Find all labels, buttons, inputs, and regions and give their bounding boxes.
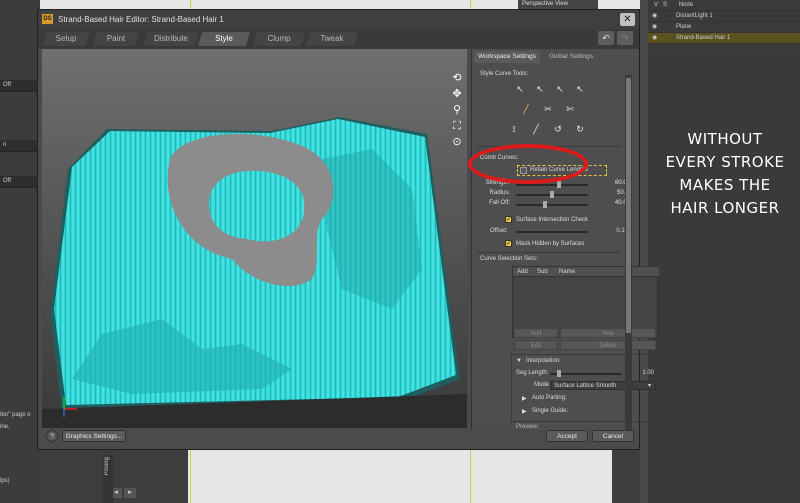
radius-knob[interactable] bbox=[550, 191, 554, 198]
left-panel: Off n Off itor" page o ine. ips) bbox=[0, 0, 40, 503]
divider bbox=[477, 252, 621, 253]
tab-tweak[interactable]: Tweak bbox=[306, 32, 358, 46]
help-button[interactable]: ? bbox=[46, 430, 58, 442]
seg-length-label: Seg Length: bbox=[516, 370, 549, 376]
left-text-4: ips) bbox=[0, 478, 10, 484]
surface-check-label: Surface Intersection Check bbox=[516, 217, 589, 223]
expand-icon[interactable]: ▶ bbox=[522, 408, 527, 415]
interpolation-group: ▼ Interpolation: Seg Length: 1.00 Mode: … bbox=[511, 354, 659, 422]
graphics-settings-button[interactable]: Graphics Settings... bbox=[62, 430, 126, 442]
move-icon[interactable]: ✥ bbox=[450, 87, 464, 101]
reset-icon[interactable]: ⊙ bbox=[450, 135, 464, 149]
select-add-icon[interactable]: ↖ bbox=[534, 83, 546, 95]
hair-editor-dialog: DS Strand-Based Hair Editor: Strand-Base… bbox=[37, 9, 659, 450]
cut-tool-icon[interactable]: ✂ bbox=[542, 103, 554, 115]
scene-item-selected[interactable]: ◉ Strand-Based Hair 1 bbox=[648, 33, 800, 44]
arc-tool-icon[interactable]: ↻ bbox=[574, 123, 586, 135]
seg-length-slider[interactable]: 1.00 bbox=[550, 370, 656, 378]
cancel-button[interactable]: Cancel bbox=[592, 430, 634, 442]
scene-item[interactable]: ◉ DistantLight 1 bbox=[648, 11, 800, 22]
mask-hidden-checkbox[interactable]: ✓ bbox=[505, 240, 512, 247]
eye-icon[interactable]: ◉ bbox=[652, 12, 657, 19]
frame-icon[interactable]: ⛶ bbox=[450, 119, 464, 133]
chevron-down-icon: ▾ bbox=[648, 383, 652, 389]
comb-tool-icon[interactable]: ╱ bbox=[520, 103, 532, 115]
posing-tab[interactable]: Posing bbox=[103, 455, 113, 503]
preview-label: Preview: bbox=[516, 424, 540, 430]
undo-icon[interactable]: ↶ bbox=[598, 31, 614, 45]
curve-selection-sets-label: Curve Selection Sets: bbox=[480, 256, 538, 262]
scene-header: V S Node bbox=[648, 0, 800, 11]
mask-hidden-label: Mask Hidden by Surfaces bbox=[516, 241, 585, 247]
offset-label: Offset: bbox=[490, 228, 508, 234]
accept-button[interactable]: Accept bbox=[546, 430, 588, 442]
eye-icon[interactable]: ◉ bbox=[652, 34, 657, 41]
auto-parting-label[interactable]: Auto Parting: bbox=[532, 395, 567, 401]
editor-tab-bar: Setup Paint Distribute Style Clump Tweak bbox=[38, 29, 639, 49]
select-curve-icon[interactable]: ↖ bbox=[514, 83, 526, 95]
curl-tool-icon[interactable]: ↺ bbox=[552, 123, 564, 135]
left-row-text-1: n bbox=[0, 140, 40, 152]
scrollbar-thumb[interactable] bbox=[626, 78, 631, 333]
scene-panel: V S Node ◉ DistantLight 1 ◉ Plane ◉ Stra… bbox=[648, 0, 800, 60]
next-arrow[interactable]: ▸ bbox=[124, 488, 136, 498]
annotation-circle bbox=[468, 144, 588, 184]
tab-paint[interactable]: Paint bbox=[93, 32, 139, 46]
eye-icon[interactable]: ◉ bbox=[652, 23, 657, 30]
app-icon: DS bbox=[42, 14, 53, 24]
interpolation-label: Interpolation: bbox=[526, 358, 561, 364]
right-lower-panel bbox=[612, 450, 640, 503]
surface-check-checkbox[interactable]: ✓ bbox=[505, 216, 512, 223]
close-icon[interactable]: ✕ bbox=[620, 13, 635, 26]
strength-knob[interactable] bbox=[556, 181, 561, 188]
tab-setup[interactable]: Setup bbox=[43, 32, 89, 46]
camera-orbit-icon[interactable]: ⟲ bbox=[450, 71, 464, 85]
bend-tool-icon[interactable]: ⟟ bbox=[508, 123, 520, 135]
left-text-2: itor" page o bbox=[0, 412, 31, 418]
mode-select[interactable]: Surface Lattice Smooth ▾ bbox=[550, 381, 656, 390]
left-row-off-2[interactable]: Off bbox=[0, 176, 40, 188]
left-text-3: ine. bbox=[0, 424, 10, 430]
annotation-text: WITHOUT EVERY STROKE MAKES THE HAIR LONG… bbox=[665, 130, 785, 217]
mode-label: Mode: bbox=[534, 382, 551, 388]
delete-set-button[interactable]: Delete bbox=[560, 340, 656, 350]
annotation-area bbox=[648, 60, 800, 503]
select-all-icon[interactable]: ↖ bbox=[574, 83, 586, 95]
straighten-tool-icon[interactable]: ╱ bbox=[530, 123, 542, 135]
hair-scene bbox=[42, 117, 467, 428]
edit-set-button[interactable]: Edit bbox=[514, 340, 558, 350]
tab-style[interactable]: Style bbox=[198, 32, 250, 46]
select-sub-icon[interactable]: ↖ bbox=[554, 83, 566, 95]
collapse-icon[interactable]: ▼ bbox=[516, 358, 522, 364]
offset-slider[interactable]: 0.10 bbox=[516, 228, 628, 236]
redo-icon[interactable]: ↷ bbox=[617, 31, 633, 45]
left-row-off-1[interactable]: Off bbox=[0, 80, 40, 92]
hair-viewport[interactable]: ⟲ ✥ ⚲ ⛶ ⊙ bbox=[42, 49, 467, 428]
add-set-button[interactable]: Add bbox=[514, 328, 558, 338]
title-bar[interactable]: DS Strand-Based Hair Editor: Strand-Base… bbox=[38, 10, 639, 29]
expand-icon[interactable]: ▶ bbox=[522, 395, 527, 402]
table-header: Add Sub Name bbox=[513, 267, 659, 277]
tab-global-settings[interactable]: Global Settings bbox=[542, 51, 600, 63]
style-tools-label: Style Curve Tools: bbox=[480, 71, 529, 77]
scene-item[interactable]: ◉ Plane bbox=[648, 22, 800, 33]
tab-workspace-settings[interactable]: Workspace Settings bbox=[474, 51, 540, 63]
radius-slider[interactable]: Radius: 50.00 bbox=[490, 190, 634, 199]
dialog-title: Strand-Based Hair Editor: Strand-Based H… bbox=[58, 15, 224, 24]
right-strip bbox=[640, 0, 648, 503]
single-guide-label[interactable]: Single Guide: bbox=[532, 408, 568, 414]
new-set-button[interactable]: New bbox=[560, 328, 656, 338]
seg-length-knob[interactable] bbox=[556, 370, 561, 377]
falloff-knob[interactable] bbox=[543, 201, 548, 208]
view-selector[interactable]: Perspective View bbox=[518, 0, 598, 9]
scissor-tool-icon[interactable]: ✄ bbox=[564, 103, 576, 115]
falloff-slider[interactable]: Fall Off: 40.0% bbox=[489, 200, 634, 209]
tab-distribute[interactable]: Distribute bbox=[143, 32, 199, 46]
tab-clump[interactable]: Clump bbox=[253, 32, 305, 46]
zoom-icon[interactable]: ⚲ bbox=[450, 103, 464, 117]
